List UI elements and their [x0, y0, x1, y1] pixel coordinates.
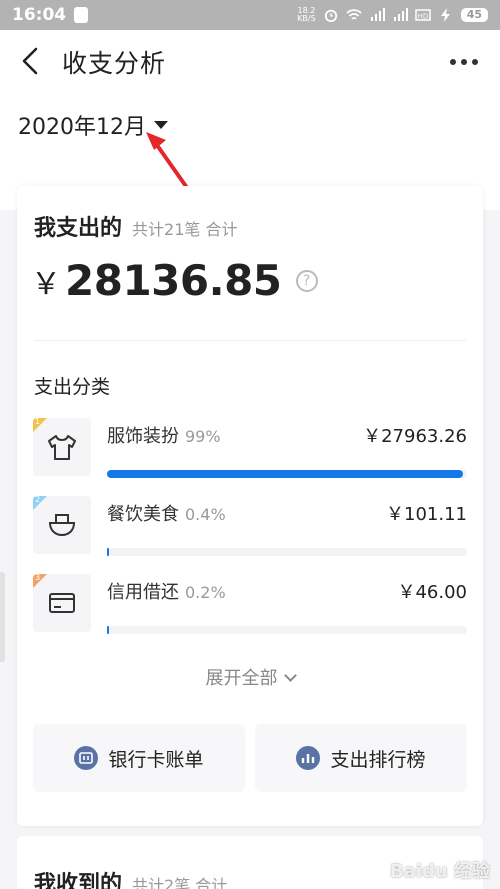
category-name-text: 餐饮美食 [107, 504, 179, 525]
more-menu-icon[interactable] [450, 59, 478, 65]
expense-summary: 共计21笔 合计 [132, 220, 238, 239]
category-amount: ￥46.00 [397, 582, 467, 603]
signal-3g-icon [393, 8, 408, 21]
status-bar: 16:04 18.2 KB/S HD 45 [0, 0, 500, 30]
category-progress-track [107, 548, 467, 556]
expense-ranking-button[interactable]: 支出排行榜 [255, 724, 467, 792]
rank-number: 1 [35, 418, 41, 426]
category-progress-fill [107, 626, 110, 634]
signal-4g-icon [370, 8, 385, 21]
expense-ranking-label: 支出排行榜 [330, 748, 426, 771]
shield-icon [74, 7, 89, 23]
expand-all-button[interactable]: 展开全部 [17, 664, 483, 690]
category-icon-box: 3 [33, 574, 91, 632]
category-title: 支出分类 [34, 376, 111, 398]
bank-bill-label: 银行卡账单 [108, 748, 204, 771]
category-name: 信用借还 0.2% [107, 578, 226, 604]
category-amount: ￥101.11 [386, 504, 467, 525]
category-row-credit[interactable]: 3 信用借还 0.2% ￥46.00 [33, 574, 467, 634]
status-icons: 18.2 KB/S HD 45 [297, 7, 488, 23]
page-header: 收支分析 2020年12月 [0, 30, 500, 210]
category-progress-fill [107, 548, 110, 556]
category-progress-track [107, 626, 467, 634]
back-arrow-icon[interactable] [18, 45, 46, 77]
category-percent: 99% [185, 427, 221, 446]
help-icon[interactable]: ? [295, 269, 318, 292]
income-title-text: 我收到的 [34, 872, 123, 889]
bank-bill-button[interactable]: 银行卡账单 [33, 724, 245, 792]
category-row-dining[interactable]: 2 餐饮美食 0.4% ￥101.11 [33, 496, 467, 556]
bar-chart-icon [296, 746, 321, 770]
divider [34, 340, 466, 341]
tshirt-icon [48, 435, 76, 460]
bowl-icon [48, 514, 76, 537]
net-speed-unit: KB/S [297, 14, 316, 23]
watermark: Baidu 经验 [389, 861, 490, 882]
hd-icon: HD [414, 9, 431, 21]
expense-card: 我支出的 共计21笔 合计 ￥ 28136.85 ? 支出分类 1 服饰装扮 99… [17, 186, 483, 826]
edge-handle[interactable] [0, 572, 5, 662]
currency-symbol: ￥ [31, 266, 61, 302]
income-summary: 共计2笔 合计 [132, 876, 228, 889]
net-speed: 18.2 KB/S [297, 7, 316, 23]
alarm-icon [324, 9, 337, 22]
category-percent: 0.4% [185, 505, 226, 524]
charging-icon [440, 8, 450, 22]
category-amount: ￥27963.26 [363, 426, 467, 447]
svg-text:HD: HD [417, 13, 428, 21]
expense-title-text: 我支出的 [34, 216, 123, 241]
credit-card-icon [49, 593, 75, 613]
rank-number: 3 [35, 574, 41, 582]
category-progress-track [107, 470, 467, 478]
month-label: 2020年12月 [18, 115, 146, 140]
category-progress-fill [107, 470, 464, 478]
bank-card-icon [74, 746, 99, 770]
page-title: 收支分析 [62, 49, 167, 78]
category-name: 餐饮美食 0.4% [107, 500, 226, 526]
expand-all-label: 展开全部 [205, 668, 278, 689]
expense-total-value: 28136.85 [65, 256, 282, 305]
category-row-clothing[interactable]: 1 服饰装扮 99% ￥27963.26 [33, 418, 467, 478]
rank-number: 2 [35, 496, 41, 504]
wifi-icon [346, 9, 362, 20]
category-name-text: 信用借还 [107, 582, 179, 603]
expense-total: ￥ 28136.85 ? [31, 256, 318, 305]
category-icon-box: 1 [33, 418, 91, 476]
category-icon-box: 2 [33, 496, 91, 554]
income-title: 我收到的 共计2笔 合计 [34, 866, 227, 889]
battery-icon: 45 [460, 8, 488, 22]
category-percent: 0.2% [185, 583, 226, 602]
status-time: 16:04 [12, 5, 67, 25]
chevron-down-icon [283, 669, 297, 682]
expense-title: 我支出的 共计21笔 合计 [34, 210, 237, 242]
category-name: 服饰装扮 99% [107, 422, 221, 448]
category-name-text: 服饰装扮 [107, 426, 179, 447]
